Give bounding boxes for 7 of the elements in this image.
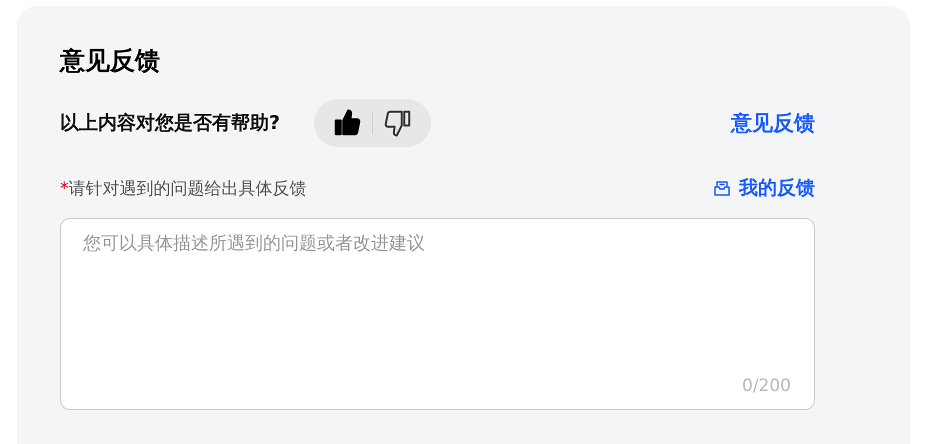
my-feedback-link[interactable]: 我的反馈 bbox=[739, 175, 815, 201]
char-counter: 0/200 bbox=[742, 376, 791, 396]
feedback-link[interactable]: 意见反馈 bbox=[731, 109, 815, 137]
field-label: *请针对遇到的问题给出具体反馈 bbox=[60, 178, 306, 200]
card-title: 意见反馈 bbox=[60, 45, 161, 77]
helpful-question: 以上内容对您是否有帮助? bbox=[60, 111, 280, 136]
inbox-icon bbox=[713, 179, 731, 197]
